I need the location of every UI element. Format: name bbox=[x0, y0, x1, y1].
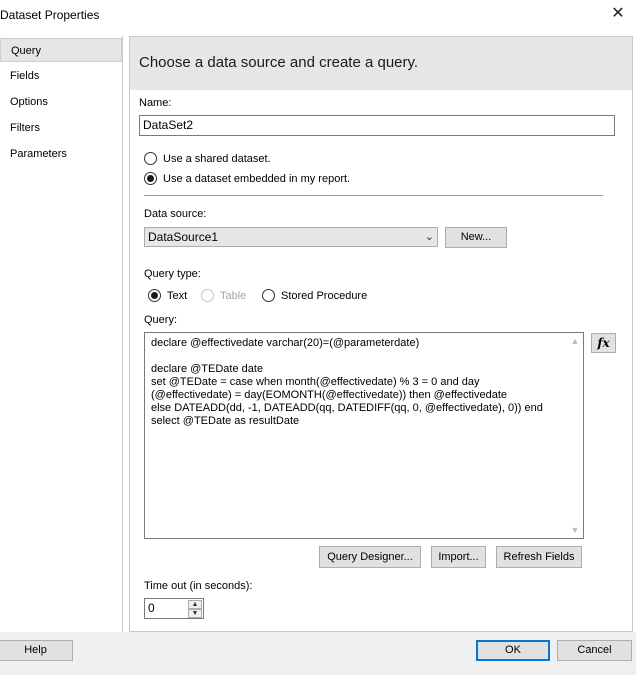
querytype-label: Query type: bbox=[144, 268, 201, 280]
close-icon[interactable]: ✕ bbox=[604, 2, 632, 26]
refresh-fields-button[interactable]: Refresh Fields bbox=[496, 546, 582, 568]
sidebar-item-query[interactable]: Query bbox=[0, 38, 122, 62]
name-field[interactable]: DataSet2 bbox=[139, 115, 615, 136]
spin-up-icon[interactable]: ▲ bbox=[188, 600, 202, 609]
page-header: Choose a data source and create a query. bbox=[130, 37, 632, 90]
window-title: Dataset Properties bbox=[0, 8, 100, 22]
shared-dataset-option[interactable]: Use a shared dataset. bbox=[144, 152, 271, 165]
querytype-text-option[interactable]: Text bbox=[148, 289, 187, 302]
querytype-storedproc-option[interactable]: Stored Procedure bbox=[262, 289, 367, 302]
sidebar-item-filters[interactable]: Filters bbox=[0, 116, 122, 140]
sidebar-nav: Query Fields Options Filters Parameters bbox=[0, 36, 123, 632]
shared-dataset-radio[interactable] bbox=[144, 152, 157, 165]
querytype-table-option: Table bbox=[201, 289, 246, 302]
scroll-up-icon[interactable]: ▲ bbox=[567, 333, 583, 349]
timeout-label: Time out (in seconds): bbox=[144, 580, 253, 592]
querytype-text-radio[interactable] bbox=[148, 289, 161, 302]
title-bar: Dataset Properties ✕ bbox=[0, 0, 636, 30]
import-button[interactable]: Import... bbox=[431, 546, 486, 568]
ok-button[interactable]: OK bbox=[476, 640, 550, 661]
query-label: Query: bbox=[144, 314, 178, 326]
timeout-stepper[interactable]: 0 ▲ ▼ bbox=[144, 598, 204, 619]
querytype-storedproc-label: Stored Procedure bbox=[281, 289, 368, 302]
querytype-text-label: Text bbox=[167, 289, 188, 302]
expression-button[interactable]: fx bbox=[591, 333, 616, 353]
sidebar-item-fields[interactable]: Fields bbox=[0, 64, 122, 88]
cancel-button[interactable]: Cancel bbox=[557, 640, 632, 661]
query-designer-button[interactable]: Query Designer... bbox=[319, 546, 421, 568]
query-text[interactable]: declare @effectivedate varchar(20)=(@par… bbox=[151, 337, 563, 428]
querytype-table-label: Table bbox=[220, 289, 247, 302]
sidebar-item-parameters[interactable]: Parameters bbox=[0, 142, 122, 166]
embedded-dataset-option[interactable]: Use a dataset embedded in my report. bbox=[144, 172, 350, 185]
chevron-down-icon: ⌄ bbox=[424, 231, 434, 243]
query-scrollbar[interactable]: ▲ ▼ bbox=[567, 333, 583, 538]
datasource-value: DataSource1 bbox=[148, 230, 219, 244]
querytype-storedproc-radio[interactable] bbox=[262, 289, 275, 302]
datasource-select[interactable]: DataSource1 ⌄ bbox=[144, 227, 438, 247]
querytype-table-radio bbox=[201, 289, 214, 302]
shared-dataset-label: Use a shared dataset. bbox=[163, 152, 271, 165]
embedded-dataset-radio[interactable] bbox=[144, 172, 157, 185]
spin-down-icon[interactable]: ▼ bbox=[188, 609, 202, 618]
page-title: Choose a data source and create a query. bbox=[139, 54, 419, 71]
new-datasource-button[interactable]: New... bbox=[445, 227, 507, 248]
query-editor[interactable]: declare @effectivedate varchar(20)=(@par… bbox=[144, 332, 584, 539]
timeout-value[interactable]: 0 bbox=[148, 601, 155, 615]
scroll-down-icon[interactable]: ▼ bbox=[567, 522, 583, 538]
help-button[interactable]: Help bbox=[0, 640, 73, 661]
sidebar-item-options[interactable]: Options bbox=[0, 90, 122, 114]
embedded-dataset-label: Use a dataset embedded in my report. bbox=[163, 172, 351, 185]
section-divider bbox=[144, 195, 603, 196]
name-label: Name: bbox=[139, 97, 172, 109]
datasource-label: Data source: bbox=[144, 208, 207, 220]
